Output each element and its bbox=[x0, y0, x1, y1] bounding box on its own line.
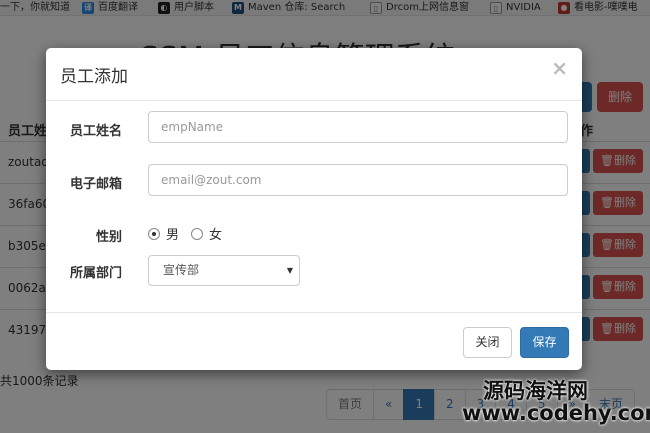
emp-name-label: 员工姓名 bbox=[69, 124, 122, 139]
employee-add-modal: 员工添加 × 员工姓名 电子邮箱 性别 男 女 所属部门 宣传部 ▼ 关闭 保存 bbox=[46, 48, 582, 370]
email-label: 电子邮箱 bbox=[69, 177, 122, 192]
modal-header: 员工添加 × bbox=[46, 48, 582, 101]
watermark-url: www.codehy.com bbox=[462, 401, 650, 425]
gender-male-label: 男 bbox=[166, 228, 180, 243]
gender-female-label: 女 bbox=[209, 228, 223, 243]
dept-selected-value: 宣传部 bbox=[163, 263, 200, 277]
close-icon[interactable]: × bbox=[551, 58, 568, 78]
gender-radio-group: 男 女 bbox=[148, 224, 234, 243]
gender-male-radio[interactable] bbox=[148, 227, 160, 240]
close-button[interactable]: 关闭 bbox=[463, 327, 512, 358]
dept-label: 所属部门 bbox=[69, 266, 122, 281]
save-button[interactable]: 保存 bbox=[520, 327, 569, 358]
modal-footer: 关闭 保存 bbox=[46, 312, 582, 370]
gender-female-radio[interactable] bbox=[191, 227, 204, 240]
modal-title: 员工添加 bbox=[60, 67, 128, 87]
dept-select[interactable]: 宣传部 ▼ bbox=[148, 255, 300, 286]
emp-name-input[interactable] bbox=[148, 111, 568, 143]
email-input[interactable] bbox=[148, 164, 568, 196]
gender-label: 性别 bbox=[95, 230, 122, 245]
caret-down-icon: ▼ bbox=[286, 266, 293, 275]
